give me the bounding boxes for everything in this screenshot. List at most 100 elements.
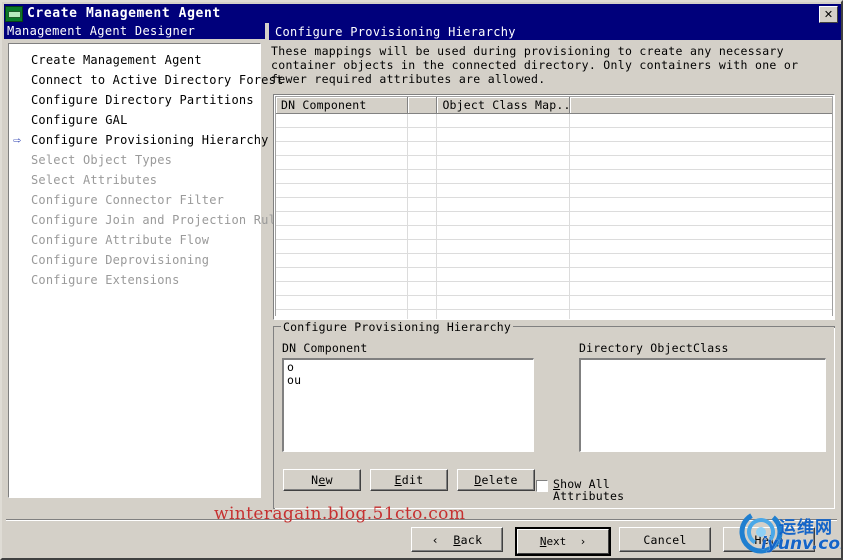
table-row[interactable] (276, 254, 832, 268)
table-row[interactable] (276, 142, 832, 156)
grid-column-blank-1[interactable] (407, 97, 438, 114)
sidebar-item-configure-provisioning-hierarchy[interactable]: ⇨ Configure Provisioning Hierarchy (9, 130, 268, 150)
table-cell (407, 296, 438, 309)
delete-button-label: Delete (474, 473, 518, 487)
mappings-grid[interactable]: DN Component Object Class Map... (273, 94, 835, 320)
window-title: Create Management Agent (27, 6, 221, 21)
delete-button[interactable]: Delete (457, 469, 535, 491)
edit-button-label: Edit (394, 473, 424, 487)
table-cell (437, 184, 570, 197)
sidebar-item-configure-join-and-projection-rules: Configure Join and Projection Rules (9, 210, 291, 230)
sidebar-item-label: Configure Connector Filter (31, 193, 225, 207)
table-row[interactable] (276, 226, 832, 240)
cancel-button[interactable]: Cancel (619, 527, 711, 552)
current-step-arrow-icon: ⇨ (13, 132, 22, 148)
sidebar-header: Management Agent Designer (4, 23, 265, 40)
back-button-label: ‹ Back (431, 532, 483, 547)
sidebar-item-configure-gal[interactable]: Configure GAL (9, 110, 260, 130)
table-cell (569, 156, 832, 169)
table-cell (276, 282, 408, 295)
help-button-label: Help (754, 532, 784, 547)
sidebar-item-configure-attribute-flow: Configure Attribute Flow (9, 230, 260, 250)
checkbox-box-icon[interactable] (536, 480, 548, 492)
sidebar-item-label: Select Attributes (31, 173, 158, 187)
table-cell (437, 128, 570, 141)
list-item[interactable]: o (286, 361, 533, 374)
table-cell (407, 156, 438, 169)
next-arrow-icon: › (579, 535, 587, 548)
grid-column-object-class-map[interactable]: Object Class Map... (437, 97, 570, 114)
table-cell (276, 212, 408, 225)
table-row[interactable] (276, 268, 832, 282)
table-cell (276, 184, 408, 197)
dn-component-label: DN Component (282, 341, 368, 355)
table-cell (407, 142, 438, 155)
next-mnemonic: N (539, 535, 547, 548)
table-row[interactable] (276, 240, 832, 254)
table-cell (407, 310, 438, 319)
list-item[interactable]: ou (286, 374, 533, 387)
help-button[interactable]: Help (723, 527, 815, 552)
table-cell (276, 128, 408, 141)
table-cell (569, 184, 832, 197)
show-all-attributes-label: Show All Attributes (553, 477, 625, 503)
new-button-mnemonic: e (318, 473, 326, 487)
dialog-window: Create Management Agent ✕ Management Age… (0, 0, 843, 560)
back-button[interactable]: ‹ Back (411, 527, 503, 552)
table-row[interactable] (276, 296, 832, 310)
sidebar-item-configure-directory-partitions[interactable]: Configure Directory Partitions (9, 90, 260, 110)
table-row[interactable] (276, 212, 832, 226)
edit-button[interactable]: Edit (370, 469, 448, 491)
dn-component-listbox[interactable]: o ou (282, 358, 534, 452)
table-cell (569, 128, 832, 141)
page-description: These mappings will be used during provi… (271, 44, 799, 86)
sidebar-item-label: Create Management Agent (31, 53, 202, 67)
show-all-attributes-checkbox[interactable]: Show All Attributes (536, 477, 624, 502)
table-row[interactable] (276, 156, 832, 170)
table-cell (569, 296, 832, 309)
table-cell (437, 240, 570, 253)
table-cell (276, 142, 408, 155)
table-cell (407, 198, 438, 211)
table-cell (437, 296, 570, 309)
table-row[interactable] (276, 184, 832, 198)
table-cell (437, 268, 570, 281)
wizard-step-list[interactable]: Create Management Agent Connect to Activ… (8, 43, 291, 498)
table-row[interactable] (276, 310, 832, 319)
table-row[interactable] (276, 170, 832, 184)
next-button[interactable]: Next › (515, 527, 611, 556)
directory-objectclass-listbox[interactable] (579, 358, 826, 452)
table-cell (569, 142, 832, 155)
sidebar-item-label: Configure Provisioning Hierarchy (31, 133, 269, 147)
sidebar-item-configure-extensions: Configure Extensions (9, 270, 260, 290)
table-cell (569, 198, 832, 211)
sidebar-item-label: Configure Extensions (31, 273, 180, 287)
table-row[interactable] (276, 128, 832, 142)
grid-body[interactable] (276, 114, 832, 319)
table-cell (407, 226, 438, 239)
sidebar-item-label: Configure Directory Partitions (31, 93, 254, 107)
table-cell (407, 170, 438, 183)
table-cell (569, 114, 832, 127)
close-icon[interactable]: ✕ (819, 6, 838, 23)
table-cell (437, 254, 570, 267)
grid-column-dn-component[interactable]: DN Component (276, 97, 408, 114)
table-row[interactable] (276, 114, 832, 128)
sidebar-item-connect-to-active-directory-forest[interactable]: Connect to Active Directory Forest (9, 70, 283, 90)
table-cell (437, 282, 570, 295)
table-cell (569, 212, 832, 225)
table-row[interactable] (276, 198, 832, 212)
sidebar-item-create-management-agent[interactable]: Create Management Agent (9, 50, 260, 70)
table-cell (407, 268, 438, 281)
management-agent-icon (5, 5, 23, 22)
mappings-grid-inner: DN Component Object Class Map... (275, 96, 833, 319)
table-cell (407, 114, 438, 127)
grid-column-blank-2[interactable] (569, 97, 832, 114)
sidebar-item-label: Configure Attribute Flow (31, 233, 210, 247)
table-row[interactable] (276, 282, 832, 296)
table-cell (276, 296, 408, 309)
new-button[interactable]: New (283, 469, 361, 491)
table-cell (276, 310, 408, 319)
table-cell (569, 226, 832, 239)
table-cell (407, 184, 438, 197)
